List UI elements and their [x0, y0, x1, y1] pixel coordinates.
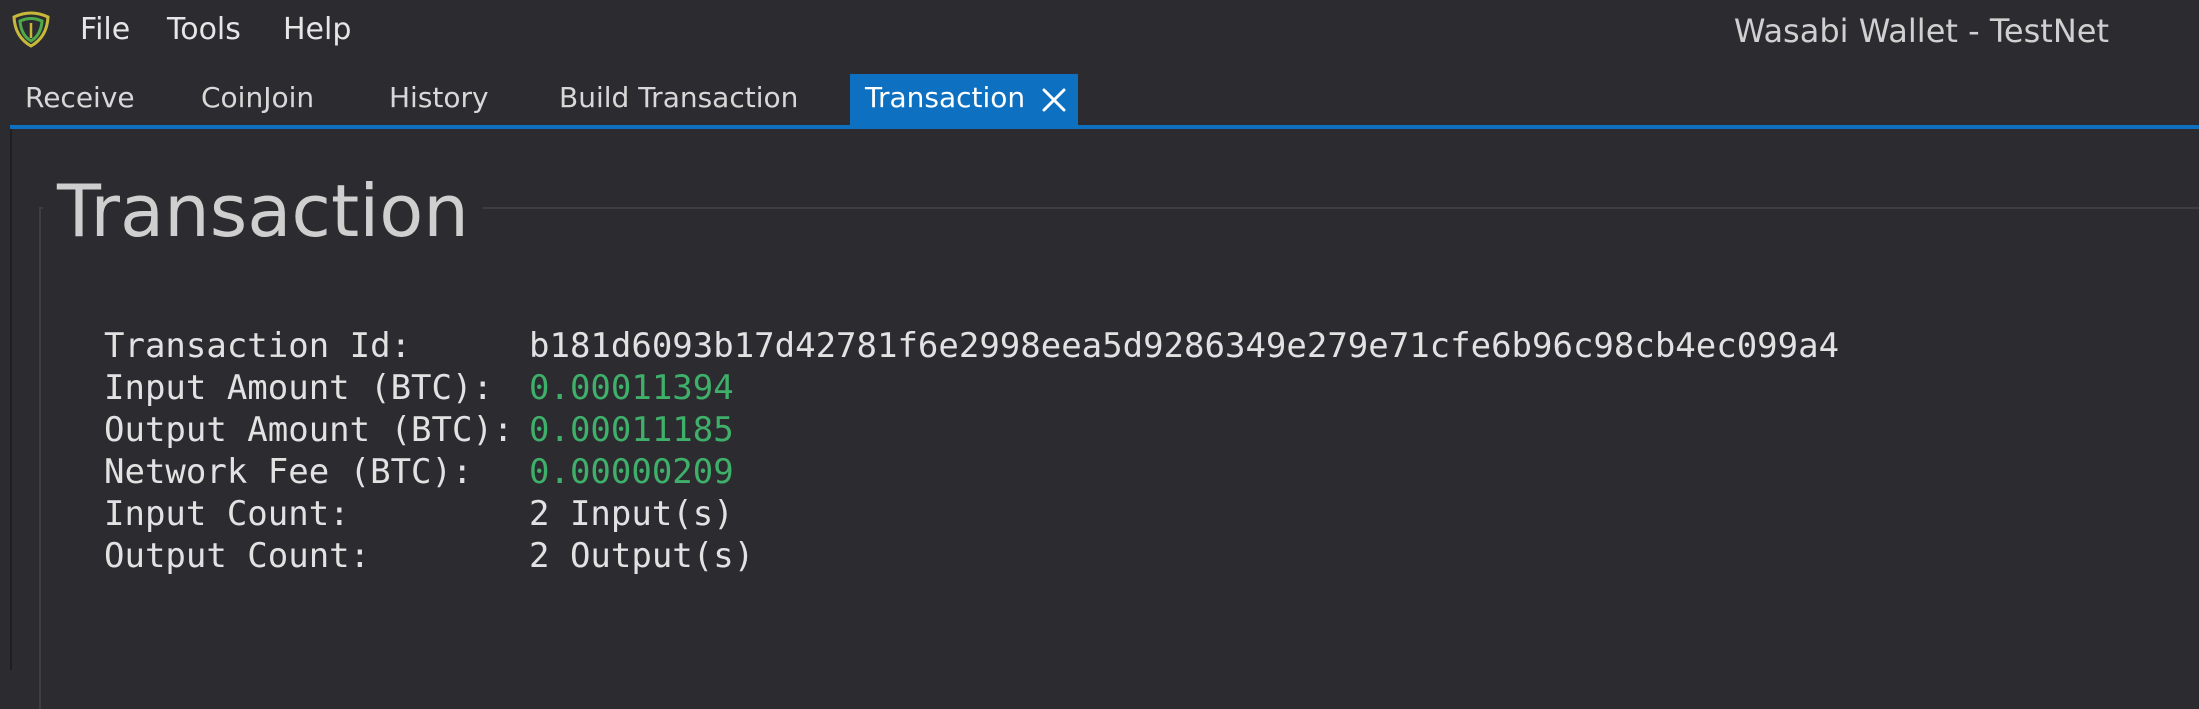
tab-bar: Receive CoinJoin History Build Transacti… [0, 74, 2199, 125]
network-fee-value: 0.00000209 [529, 452, 734, 492]
output-count-value: 2 Output(s) [529, 536, 755, 576]
tab-coinjoin[interactable]: CoinJoin [201, 74, 314, 125]
window-title: Wasabi Wallet - TestNet [1733, 12, 2109, 50]
input-amount-value: 0.00011394 [529, 368, 734, 408]
detail-row-input-amount: Input Amount (BTC): 0.00011394 [104, 367, 1839, 409]
network-fee-label: Network Fee (BTC): [104, 452, 473, 492]
detail-row-network-fee: Network Fee (BTC): 0.00000209 [104, 451, 1839, 493]
transaction-details: Transaction Id: b181d6093b17d42781f6e2998… [104, 325, 1839, 577]
transaction-id-label: Transaction Id: [104, 326, 412, 366]
tab-history[interactable]: History [389, 74, 489, 125]
transaction-id-value[interactable]: b181d6093b17d42781f6e2998eea5d9286349e27… [529, 326, 1839, 366]
menu-help[interactable]: Help [283, 10, 351, 50]
detail-row-output-count: Output Count: 2 Output(s) [104, 535, 1839, 577]
detail-row-output-amount: Output Amount (BTC): 0.00011185 [104, 409, 1839, 451]
output-amount-label: Output Amount (BTC): [104, 410, 514, 450]
transaction-panel: Transaction Transaction Id: b181d6093b17d… [10, 129, 2199, 709]
tab-receive[interactable]: Receive [25, 74, 135, 125]
tab-build-transaction[interactable]: Build Transaction [559, 74, 798, 125]
output-count-label: Output Count: [104, 536, 371, 576]
wasabi-logo-icon [12, 11, 50, 48]
detail-row-input-count: Input Count: 2 Input(s) [104, 493, 1839, 535]
menu-file[interactable]: File [80, 10, 130, 50]
input-amount-label: Input Amount (BTC): [104, 368, 493, 408]
menu-tools[interactable]: Tools [167, 10, 241, 50]
tab-transaction-label: Transaction [865, 81, 1026, 114]
tab-transaction[interactable]: Transaction [850, 74, 1078, 125]
input-count-value: 2 Input(s) [529, 494, 734, 534]
input-count-label: Input Count: [104, 494, 350, 534]
menu-bar: File Tools Help Wasabi Wallet - TestNet [0, 0, 2199, 58]
page-title: Transaction [43, 167, 483, 255]
close-icon[interactable] [1040, 86, 1068, 114]
output-amount-value: 0.00011185 [529, 410, 734, 450]
detail-row-transaction-id: Transaction Id: b181d6093b17d42781f6e2998… [104, 325, 1839, 367]
